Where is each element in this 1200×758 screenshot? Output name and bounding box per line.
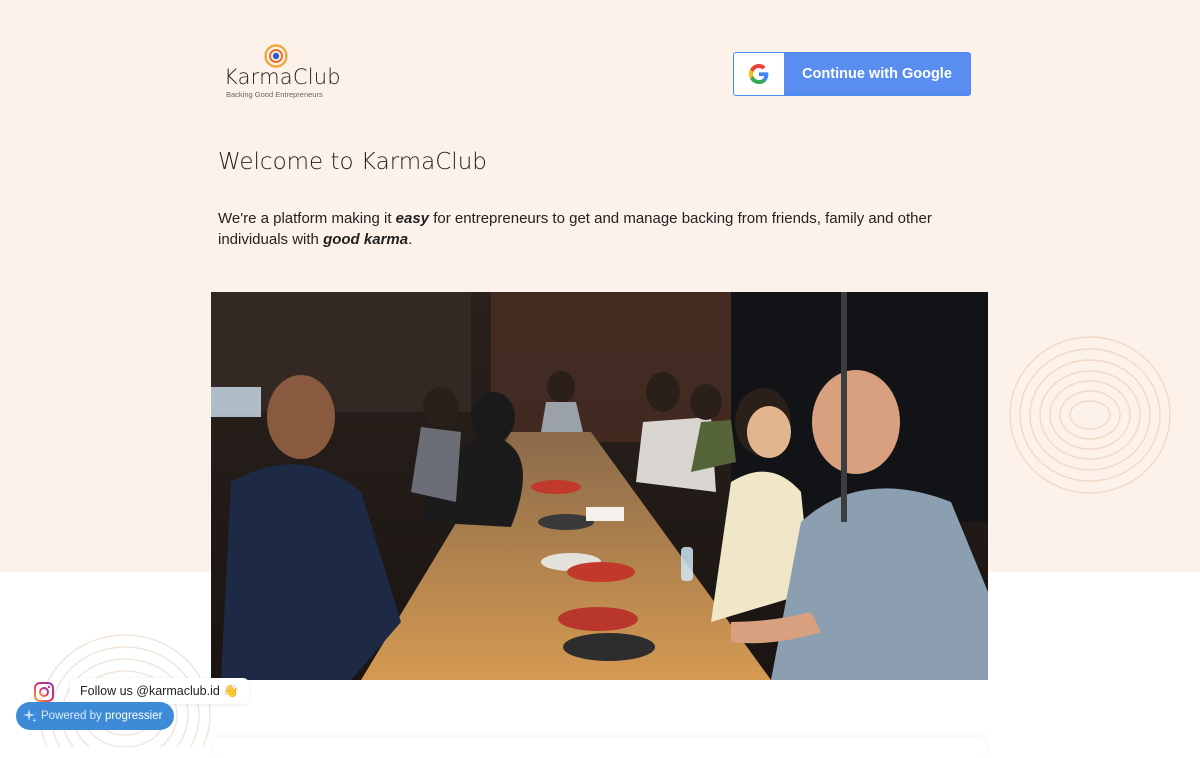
brand-tagline: Backing Good Entrepreneurs (226, 90, 323, 99)
wave-emoji: 👋 (223, 684, 239, 698)
google-button-label: Continue with Google (802, 66, 952, 82)
brand-name: KarmaClub (224, 65, 341, 89)
brand-logo[interactable]: KarmaClub Backing Good Entrepreneurs (224, 44, 341, 104)
hero-photo (211, 292, 988, 680)
page-title: Welcome to KarmaClub (218, 149, 487, 175)
intro-emphasis-good-karma: good karma (323, 231, 409, 248)
intro-text: We're a platform making it easy for entr… (218, 208, 988, 250)
intro-part-3: . (408, 231, 413, 248)
intro-emphasis-easy: easy (395, 210, 430, 227)
powered-by-prefix: Powered by (41, 710, 105, 722)
instagram-icon[interactable] (34, 682, 54, 702)
powered-by-name: progressier (104, 710, 163, 722)
powered-by-badge[interactable]: Powered by progressier (16, 702, 174, 730)
follow-prefix: Follow us (80, 684, 137, 698)
instagram-handle: @karmaclub.id (136, 684, 220, 698)
follow-us-link[interactable]: Follow us @karmaclub.id 👋 (70, 678, 249, 704)
continue-with-google-button[interactable]: Continue with Google (733, 52, 971, 96)
content-card (213, 738, 986, 758)
google-icon-container (734, 53, 784, 95)
sparkle-icon (23, 709, 37, 723)
google-g-icon (749, 64, 769, 84)
intro-part-1: We're a platform making it (218, 210, 396, 227)
